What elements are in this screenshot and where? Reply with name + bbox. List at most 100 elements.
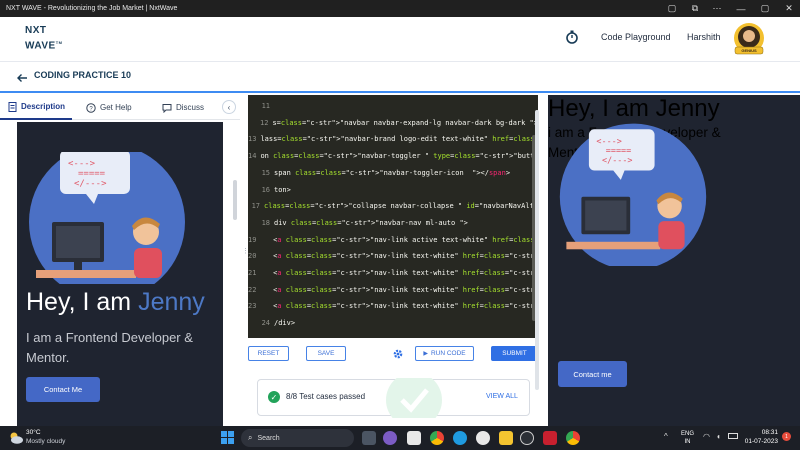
line-number: 22 [248,285,257,294]
line-number: 13 [248,135,257,144]
code-editor[interactable]: 11 12 s=class="c-str">"navbar navbar-expan… [248,95,538,338]
gear-icon[interactable] [392,347,404,359]
chrome-icon[interactable] [430,431,444,445]
close-button[interactable]: ✕ [782,0,796,17]
test-results-card: ✓ 8/8 Test cases passed VIEW ALL [257,378,530,418]
help-circle-icon: ? [86,102,96,113]
hero-heading: Hey, I am Jenny [26,288,205,317]
view-all-link[interactable]: VIEW ALL [486,393,518,400]
code-text: on class=class="c-str">"navbar-toggler "… [260,152,538,161]
tab-discuss[interactable]: Discuss [162,95,204,120]
windows-start-icon[interactable] [221,431,234,444]
code-line[interactable]: 22 <a class=class="c-str">"nav-link text… [248,282,538,298]
tab-get-help[interactable]: ? Get Help [86,95,132,120]
code-line[interactable]: 13 lass=class="c-str">"navbar-brand logo-… [248,131,538,147]
code-line[interactable]: 16 ton> [248,182,538,198]
hero-greeting-right: Hey, I am [548,95,656,122]
check-watermark-icon [385,378,443,418]
edge-icon[interactable] [453,431,467,445]
code-text: <a class=class="c-str">"nav-link active … [260,235,538,244]
lang-line1: ENG [681,431,695,437]
code-text: lass=class="c-str">"navbar-brand logo-ed… [260,135,538,144]
hero-greeting: Hey, I am [26,288,139,316]
code-line[interactable]: 18 div class=class="c-str">"navbar-nav ml… [248,215,538,231]
submit-button[interactable]: SUBMIT [491,346,538,361]
code-playground-link[interactable]: Code Playground [601,32,671,42]
minimize-button[interactable]: — [734,0,748,17]
app-icon[interactable] [476,431,490,445]
line-number: 23 [248,302,257,311]
line-number: 21 [248,269,257,277]
code-line[interactable]: 21 <a class=class="c-str">"nav-link text… [248,265,538,281]
svg-text:</--->: </---> [74,179,107,189]
folder-icon[interactable] [499,431,513,445]
line-number: 18 [261,218,270,227]
window-share-icon[interactable]: ⧉ [688,0,702,17]
tests-summary: 8/8 Test cases passed [286,392,366,401]
middle-scrollbar[interactable] [535,110,539,390]
nxtwave-logo[interactable]: NXT WAVETM [25,25,63,52]
chevron-up-icon[interactable]: ^ [664,432,668,441]
language-indicator[interactable]: ENG IN [681,430,694,446]
arrow-left-icon[interactable] [16,71,28,83]
save-button[interactable]: SAVE [306,346,346,361]
dell-icon[interactable] [520,431,534,445]
svg-text:</--->: </---> [602,155,632,165]
tab-get-help-label: Get Help [100,103,132,112]
weather-desc[interactable]: Mostly cloudy [26,438,65,445]
collapse-panel-button[interactable]: ‹ [222,100,236,114]
lang-line2: IN [684,439,691,445]
tab-description[interactable]: Description [0,95,72,120]
window-title: NXT WAVE - Revolutionizing the Job Marke… [6,5,178,12]
line-number: 12 [260,118,269,127]
window-menu-icon[interactable]: ▢ [665,0,679,17]
left-preview: <---> ===== </---> Hey, I am Jenny I am … [17,122,223,426]
contact-button-right[interactable]: Contact me [558,361,627,387]
code-text: div class=class="c-str">"navbar-nav ml-a… [274,218,468,227]
user-name[interactable]: Harshith [687,32,721,42]
clock-date[interactable]: 01-07-2023 [744,438,778,445]
code-text: <a class=class="c-str">"nav-link text-wh… [260,269,538,277]
hero-name: Jenny [138,288,205,316]
code-line[interactable]: 11 [248,98,538,114]
panel-splitter[interactable]: ⋮ [242,248,249,268]
wifi-icon[interactable]: ◠ [703,432,710,441]
clock-time[interactable]: 08:31 [744,429,778,436]
left-panel: Description ? Get Help Discuss ‹ <---> =… [0,95,240,426]
maximize-button[interactable]: ▢ [758,0,772,17]
code-line[interactable]: 12 s=class="c-str">"navbar navbar-expand-… [248,115,538,131]
contact-button[interactable]: Contact Me [26,377,100,402]
code-line[interactable]: 24/div> [248,315,538,331]
hero-illustration: <---> ===== </---> [26,144,188,300]
code-line[interactable]: 17 class=class="c-str">"collapse navbar-c… [248,198,538,214]
left-scrollbar[interactable] [233,180,237,220]
svg-text:<--->: <---> [68,159,96,169]
app-header: NXT WAVETM Code Playground Harshith GENI… [0,17,800,62]
cloud-icon[interactable] [8,431,23,445]
line-number: 24 [261,319,270,328]
hero-role: I am a Frontend Developer & Mentor. [26,330,193,365]
window-more-icon[interactable]: ⋯ [710,0,724,17]
reset-button[interactable]: RESET [248,346,289,361]
code-line[interactable]: 23 <a class=class="c-str">"nav-link text… [248,298,538,314]
chrome-profile-icon[interactable] [566,431,580,445]
avatar[interactable]: GENIUS [731,22,767,56]
run-code-label: RUN CODE [430,350,466,357]
task-view-icon[interactable] [362,431,376,445]
teams-icon[interactable] [383,431,397,445]
code-line[interactable]: 15 span class=class="c-str">"navbar-toggl… [248,165,538,181]
volume-icon[interactable]: ◖ [716,432,721,441]
run-code-button[interactable]: ▶ RUN CODE [415,346,474,361]
tab-description-label: Description [21,102,66,111]
code-line[interactable]: 20 <a class=class="c-str">"nav-link text… [248,248,538,264]
code-line[interactable]: 19 <a class=class="c-str">"nav-link acti… [248,232,538,248]
mcafee-icon[interactable] [543,431,557,445]
taskbar-search[interactable]: ⌕ Search [241,429,354,447]
code-text: <a class=class="c-str">"nav-link text-wh… [260,252,538,261]
file-explorer-icon[interactable] [407,431,421,445]
notification-badge[interactable]: 1 [782,432,791,441]
timer-icon[interactable] [565,30,579,44]
weather-temp[interactable]: 30°C [26,429,41,436]
code-line[interactable]: 14 on class=class="c-str">"navbar-toggler… [248,148,538,164]
battery-icon[interactable] [728,433,738,439]
